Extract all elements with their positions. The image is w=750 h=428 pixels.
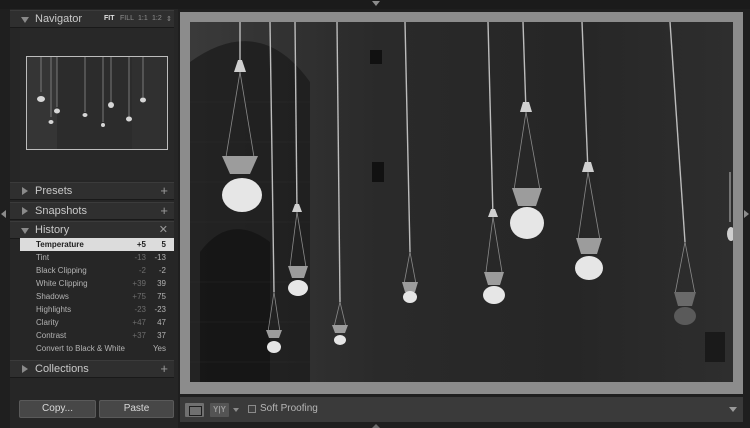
history-item[interactable]: Temperature +5 5	[20, 238, 174, 251]
navigator-panel-header[interactable]: Navigator FIT FILL 1:1 1:2 ⇕	[10, 10, 174, 28]
triangle-down-icon	[21, 17, 29, 23]
toolbar-menu-chevron-down-icon[interactable]	[729, 407, 737, 412]
history-item[interactable]: Tint -13 -13	[20, 251, 174, 264]
navigator-title: Navigator	[35, 13, 83, 25]
history-panel-header[interactable]: History ✕	[10, 221, 174, 239]
history-item[interactable]: White Clipping +39 39	[20, 277, 174, 290]
loupe-view-icon[interactable]	[185, 403, 204, 417]
history-item[interactable]: Highlights -23 -23	[20, 303, 174, 316]
history-item[interactable]: Shadows +75 75	[20, 290, 174, 303]
history-list: Temperature +5 5 Tint -13 -13 Black Clip…	[20, 238, 174, 355]
soft-proofing-checkbox[interactable]	[248, 405, 256, 413]
history-title: History	[35, 224, 70, 236]
triangle-down-icon	[21, 228, 29, 234]
soft-proofing-label: Soft Proofing	[260, 403, 318, 414]
chevron-down-icon[interactable]	[233, 408, 239, 412]
navigator-thumbnail[interactable]	[26, 56, 168, 150]
history-item[interactable]: Black Clipping -2 -2	[20, 264, 174, 277]
zoom-1-1[interactable]: 1:1	[138, 15, 148, 22]
history-item[interactable]: Contrast +37 37	[20, 329, 174, 342]
main-photo[interactable]	[190, 22, 733, 382]
add-snapshot-plus-icon[interactable]: +	[160, 203, 168, 218]
snapshots-title: Snapshots	[35, 205, 87, 217]
paste-button[interactable]: Paste	[99, 400, 174, 418]
bottom-panel-toggle-icon[interactable]	[372, 424, 380, 428]
triangle-right-icon	[22, 365, 28, 373]
history-item[interactable]: Convert to Black & White Yes	[20, 342, 174, 355]
before-after-view-icon[interactable]: Y|Y	[210, 403, 229, 417]
triangle-right-icon	[22, 207, 28, 215]
clear-history-close-icon[interactable]: ✕	[159, 223, 168, 236]
triangle-right-icon	[22, 187, 28, 195]
zoom-1-2[interactable]: 1:2	[152, 15, 162, 22]
zoom-menu-icon[interactable]: ⇕	[166, 15, 172, 23]
snapshots-panel-header[interactable]: Snapshots +	[10, 202, 174, 220]
zoom-fill[interactable]: FILL	[120, 15, 134, 22]
history-item[interactable]: Clarity +47 47	[20, 316, 174, 329]
top-panel-toggle-icon[interactable]	[372, 1, 380, 6]
bottom-toolbar: Y|Y Soft Proofing	[180, 397, 743, 422]
left-panel-toggle-icon[interactable]	[1, 210, 6, 218]
add-preset-plus-icon[interactable]: +	[160, 183, 168, 198]
presets-title: Presets	[35, 185, 73, 197]
presets-panel-header[interactable]: Presets +	[10, 182, 174, 200]
right-panel-toggle-icon[interactable]	[744, 210, 749, 218]
copy-button[interactable]: Copy...	[19, 400, 96, 418]
zoom-fit[interactable]: FIT	[104, 15, 115, 22]
collections-title: Collections	[35, 363, 89, 375]
collections-panel-header[interactable]: Collections +	[10, 360, 174, 378]
add-collection-plus-icon[interactable]: +	[160, 361, 168, 376]
